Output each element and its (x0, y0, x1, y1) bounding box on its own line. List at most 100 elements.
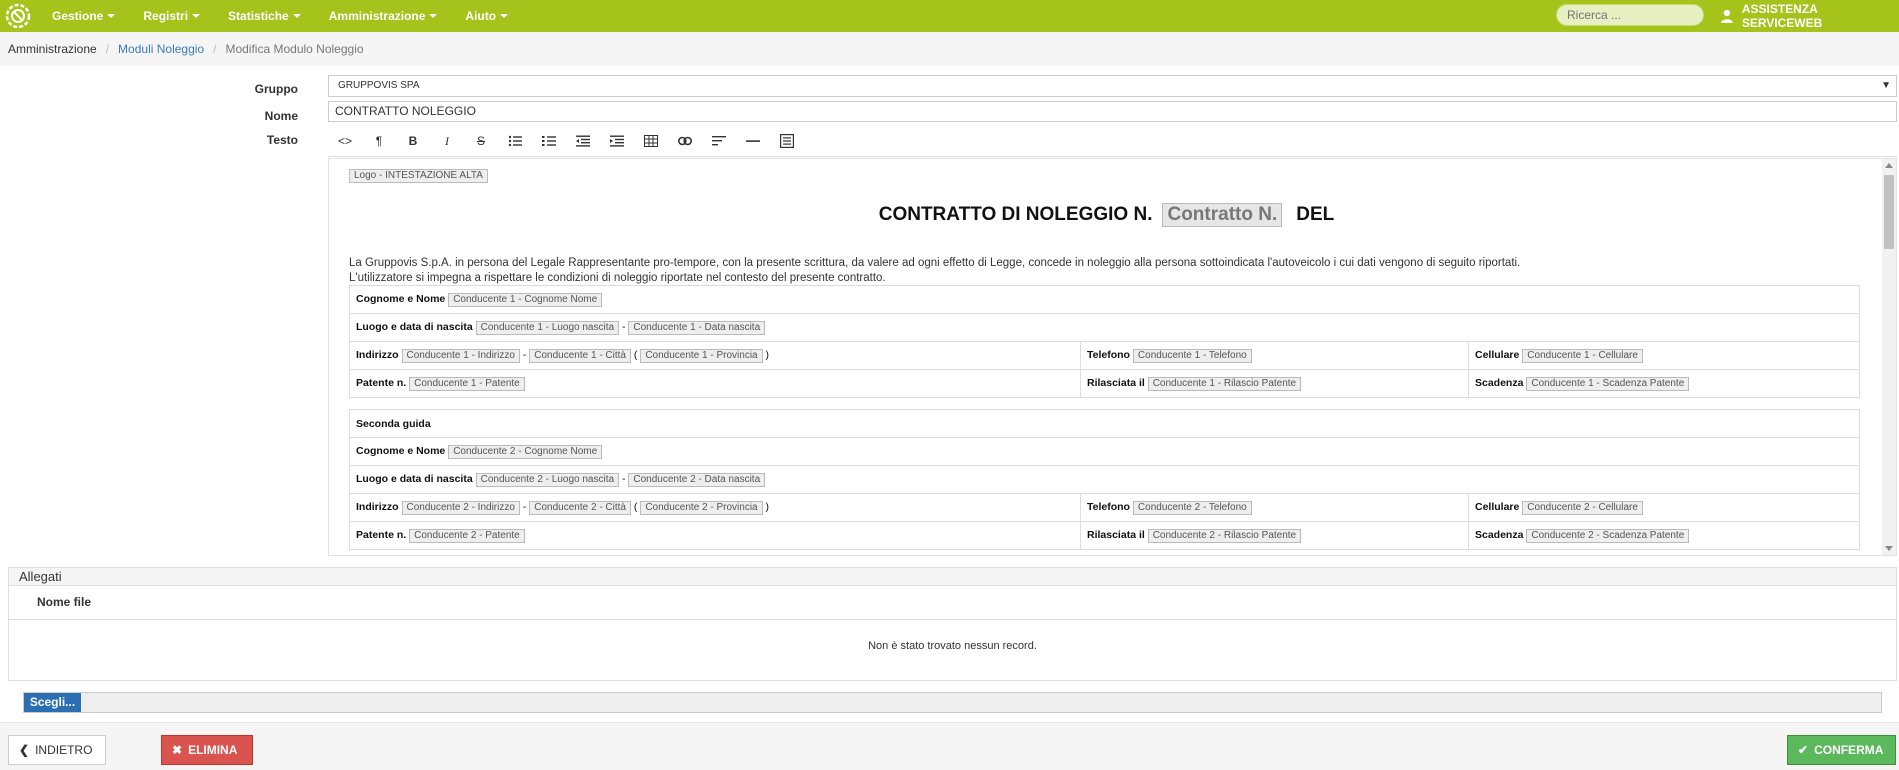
table-cell: Patente n. Conducente 2 - Patente (349, 521, 1081, 550)
bold-icon[interactable]: B (396, 127, 430, 155)
placeholder-tag: Conducente 2 - Città (529, 500, 631, 515)
italic-icon[interactable]: I (430, 127, 464, 155)
table-row: Patente n. Conducente 2 - Patente Rilasc… (349, 521, 1860, 550)
editor-scrollbar[interactable] (1882, 159, 1896, 555)
intro-line-1: La Gruppovis S.p.A. in persona del Legal… (349, 257, 1521, 269)
fullscreen-icon[interactable] (770, 127, 804, 155)
scroll-down-icon[interactable] (1885, 546, 1893, 551)
table-row: Cognome e Nome Conducente 1 - Cognome No… (349, 285, 1860, 314)
link-icon[interactable] (668, 127, 702, 155)
filename-column-header[interactable]: Nome file (9, 586, 1896, 620)
breadcrumb-parent-link[interactable]: Moduli Noleggio (118, 42, 204, 56)
user-label: ASSISTENZA SERVICEWEB (1741, 2, 1823, 30)
cell-label: Cellulare (1475, 348, 1520, 361)
nav-registri-label: Registri (143, 9, 189, 23)
delete-button[interactable]: ✖ ELIMINA (161, 735, 253, 765)
align-icon[interactable] (702, 127, 736, 155)
placeholder-tag: Conducente 1 - Cognome Nome (448, 292, 603, 307)
text-editor[interactable]: Logo - INTESTAZIONE ALTA CONTRATTO DI NO… (328, 158, 1897, 556)
search-input[interactable] (1556, 4, 1704, 26)
choose-file-button[interactable]: Scegli... (24, 693, 81, 712)
table-cell: Luogo e data di nascita Conducente 1 - L… (349, 313, 1860, 342)
placeholder-tag: Conducente 2 - Rilascio Patente (1147, 528, 1302, 543)
user-menu[interactable]: ASSISTENZA SERVICEWEB (1720, 0, 1899, 32)
nav-statistiche[interactable]: Statistiche (228, 9, 301, 23)
scroll-up-icon[interactable] (1885, 163, 1893, 168)
nome-input[interactable]: CONTRATTO NOLEGGIO (328, 101, 1897, 122)
placeholder-tag: Conducente 1 - Telefono (1132, 348, 1252, 363)
table-row: Indirizzo Conducente 2 - Indirizzo - Con… (349, 493, 1860, 522)
table-cell: Scadenza Conducente 1 - Scadenza Patente (1468, 369, 1860, 398)
cell-label: Scadenza (1475, 528, 1524, 541)
placeholder-tag: Conducente 2 - Luogo nascita (475, 472, 620, 487)
table-icon[interactable] (634, 127, 668, 155)
cell-label: Scadenza (1475, 376, 1524, 389)
contract-title: CONTRATTO DI NOLEGGIO N. Contratto N. DEL (329, 203, 1884, 227)
paragraph-icon[interactable]: ¶ (362, 127, 396, 155)
contract-title-suffix: DEL (1296, 204, 1335, 225)
app-logo[interactable] (0, 0, 36, 32)
cell-label: Patente n. (356, 528, 407, 541)
attachments-title: Allegati (9, 568, 1896, 586)
attachments-panel: Allegati Nome file Non è stato trovato n… (8, 567, 1897, 681)
outdent-icon[interactable] (566, 127, 600, 155)
cell-label: Telefono (1087, 348, 1130, 361)
nav-amministrazione[interactable]: Amministrazione (329, 9, 438, 23)
nav-gestione-label: Gestione (52, 9, 104, 23)
caret-down-icon (192, 14, 201, 18)
unordered-list-icon[interactable] (498, 127, 532, 155)
file-upload-bar[interactable]: Scegli... (23, 692, 1882, 713)
horizontal-rule-icon[interactable] (736, 127, 770, 155)
confirm-button[interactable]: ✔ CONFERMA (1787, 735, 1896, 765)
ordered-list-icon[interactable] (532, 127, 566, 155)
indent-icon[interactable] (600, 127, 634, 155)
user-icon (1720, 9, 1733, 23)
close-icon: ✖ (172, 743, 183, 757)
delete-button-label: ELIMINA (188, 743, 238, 757)
placeholder-tag: Conducente 1 - Provincia (640, 348, 763, 363)
placeholder-tag: Conducente 2 - Provincia (640, 500, 763, 515)
intro-line-2: L'utilizzatore si impegna a rispettare l… (349, 272, 886, 284)
cell-label: Cellulare (1475, 500, 1520, 513)
nav-registri[interactable]: Registri (143, 9, 201, 23)
caret-down-icon (107, 14, 116, 18)
contract-intro: La Gruppovis S.p.A. in persona del Legal… (349, 256, 1849, 286)
gruppo-select-value: GRUPPOVIS SPA (338, 80, 420, 91)
nav-amministrazione-label: Amministrazione (328, 9, 426, 23)
placeholder-tag: Conducente 1 - Data nascita (628, 320, 766, 335)
driver1-table: Cognome e Nome Conducente 1 - Cognome No… (349, 285, 1860, 398)
table-cell: Indirizzo Conducente 2 - Indirizzo - Con… (349, 493, 1081, 522)
placeholder-tag: Conducente 1 - Luogo nascita (475, 320, 620, 335)
placeholder-tag: Conducente 2 - Patente (409, 528, 525, 543)
gear-logo-icon (5, 3, 31, 29)
nav-aiuto[interactable]: Aiuto (465, 9, 509, 23)
table-row: Seconda guida (349, 409, 1860, 438)
cell-label: Luogo e data di nascita (356, 472, 473, 485)
table-cell: Scadenza Conducente 2 - Scadenza Patente (1468, 521, 1860, 550)
gruppo-select[interactable]: GRUPPOVIS SPA ▼ (328, 75, 1897, 97)
breadcrumb-current: Modifica Modulo Noleggio (225, 42, 364, 56)
table-cell: Cognome e Nome Conducente 2 - Cognome No… (349, 437, 1860, 466)
placeholder-tag: Conducente 2 - Scadenza Patente (1526, 528, 1690, 543)
table-cell: Telefono Conducente 1 - Telefono (1080, 341, 1469, 370)
section-label: Seconda guida (356, 417, 431, 430)
back-button[interactable]: ❮ INDIETRO (8, 735, 106, 765)
nav-gestione[interactable]: Gestione (52, 9, 116, 23)
cell-label: Indirizzo (356, 348, 399, 361)
select-arrow-icon: ▼ (1881, 80, 1891, 91)
scrollbar-thumb[interactable] (1884, 175, 1894, 249)
table-row: Luogo e data di nascita Conducente 1 - L… (349, 313, 1860, 342)
table-cell: Seconda guida (349, 409, 1860, 438)
placeholder-tag: Conducente 1 - Cellulare (1522, 348, 1643, 363)
top-navbar: Gestione Registri Statistiche Amministra… (0, 0, 1899, 32)
table-cell: Cellulare Conducente 1 - Cellulare (1468, 341, 1860, 370)
code-icon[interactable]: <> (328, 127, 362, 155)
table-cell: Rilasciata il Conducente 1 - Rilascio Pa… (1080, 369, 1469, 398)
placeholder-tag: Conducente 2 - Data nascita (628, 472, 766, 487)
empty-table-message: Non è stato trovato nessun record. (868, 640, 1037, 652)
cell-label: Rilasciata il (1087, 376, 1145, 389)
strikethrough-icon[interactable]: S (464, 127, 498, 155)
table-row: Cognome e Nome Conducente 2 - Cognome No… (349, 437, 1860, 466)
placeholder-tag: Conducente 1 - Scadenza Patente (1526, 376, 1690, 391)
table-row: Patente n. Conducente 1 - Patente Rilasc… (349, 369, 1860, 398)
